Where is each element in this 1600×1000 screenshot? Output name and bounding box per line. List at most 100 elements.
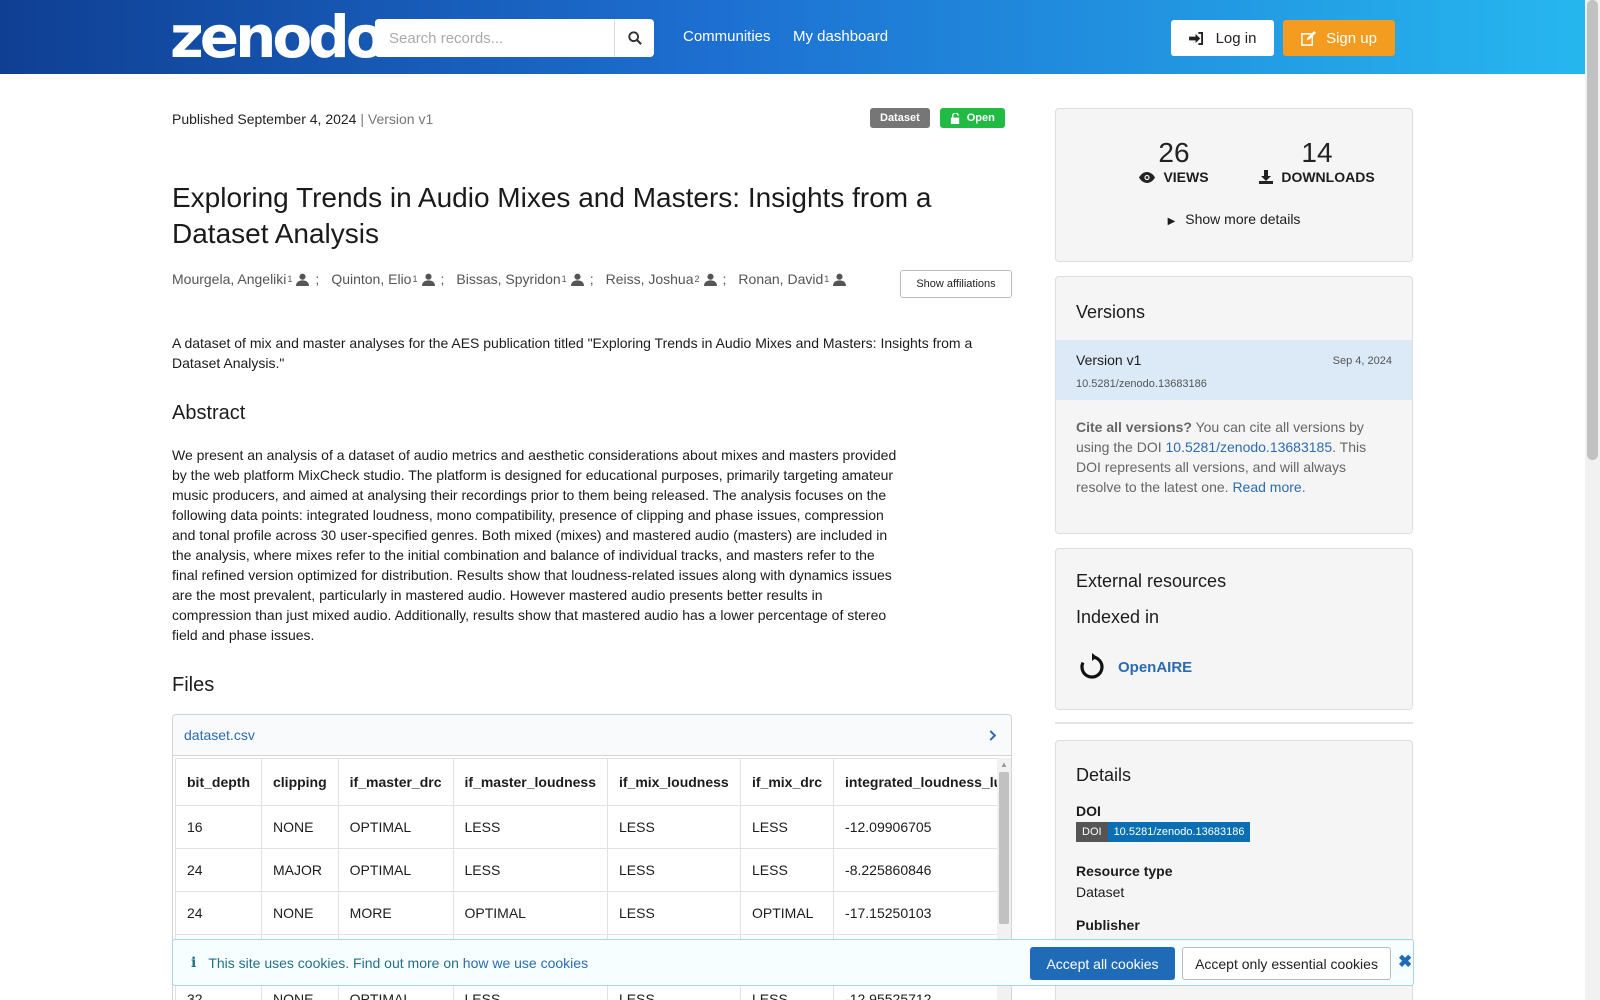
signup-button[interactable]: Sign up — [1283, 20, 1395, 56]
version-item[interactable]: Version v1 10.5281/zenodo.13683186 Sep 4… — [1056, 340, 1412, 400]
external-resources-panel: External resources Indexed in OpenAIRE — [1055, 548, 1413, 710]
table-header-row: bit_depth clipping if_master_drc if_mast… — [175, 758, 997, 806]
table-cell: MORE — [337, 891, 454, 935]
user-icon — [833, 273, 847, 286]
cookie-text: This site uses cookies. Find out more on — [208, 954, 459, 971]
column-header: if_mix_drc — [739, 758, 835, 806]
download-icon — [1259, 170, 1274, 184]
resource-type-value: Dataset — [1076, 884, 1125, 900]
downloads-count: 14 — [1301, 137, 1333, 168]
table-cell: 16 — [175, 805, 262, 849]
publisher-label: Publisher — [1076, 917, 1140, 933]
page-scrollbar[interactable] — [1585, 0, 1600, 1000]
table-cell: 24 — [175, 848, 262, 892]
publication-info: Published September 4, 2024 | Version v1 — [172, 111, 433, 127]
author-item[interactable]: Quinton, Elio 1; — [331, 271, 456, 287]
table-cell: NONE — [261, 805, 339, 849]
author-item[interactable]: Reiss, Joshua 2; — [606, 271, 739, 287]
external-heading: External resources — [1076, 571, 1227, 591]
scroll-up-icon[interactable]: ▲ — [1000, 760, 1008, 769]
table-cell: OPTIMAL — [337, 848, 454, 892]
table-cell: -17.15250103 — [833, 891, 997, 935]
login-label: Log in — [1215, 29, 1257, 47]
user-icon — [296, 273, 310, 286]
downloads-label: DOWNLOADS — [1281, 169, 1375, 185]
column-header: integrated_loudness_lu — [833, 758, 997, 806]
details-heading: Details — [1076, 765, 1132, 785]
user-icon — [570, 273, 584, 286]
author-item[interactable]: Bissas, Spyridon 1; — [456, 271, 605, 287]
accept-all-cookies-button[interactable]: Accept all cookies — [1030, 947, 1175, 980]
access-badge: Open — [939, 108, 1005, 128]
show-more-details[interactable]: ▶ Show more details — [1056, 211, 1412, 227]
abstract-heading: Abstract — [172, 402, 246, 424]
openaire-label: OpenAIRE — [1118, 658, 1193, 676]
doi-label: DOI — [1076, 803, 1101, 819]
cite-all-versions: Cite all versions? You can cite all vers… — [1076, 417, 1394, 497]
table-cell: LESS — [452, 805, 608, 849]
table-cell: -8.225860846 — [833, 848, 997, 892]
user-icon — [703, 273, 717, 286]
versions-panel: Versions Version v1 10.5281/zenodo.13683… — [1055, 276, 1413, 534]
affiliation-number: 1 — [824, 274, 830, 284]
cite-period: . — [1301, 479, 1306, 495]
search-button[interactable] — [614, 19, 654, 57]
file-header[interactable]: dataset.csv — [173, 715, 1011, 756]
abstract-text: We present an analysis of a dataset of a… — [172, 447, 897, 643]
doi-badge-value: 10.5281/zenodo.13683186 — [1107, 822, 1251, 842]
table-cell: NONE — [261, 891, 339, 935]
table-scrollbar-thumb[interactable] — [999, 772, 1009, 924]
nav-my-dashboard[interactable]: My dashboard — [793, 28, 888, 45]
chevron-right-icon[interactable] — [989, 729, 997, 741]
column-header: if_mix_loudness — [607, 758, 741, 806]
views-count: 26 — [1158, 137, 1190, 168]
table-cell: LESS — [607, 891, 741, 935]
access-label: Open — [966, 112, 995, 124]
published-date: Published September 4, 2024 — [172, 111, 357, 127]
cookie-banner: i This site uses cookies. Find out more … — [172, 939, 1414, 986]
affiliation-number: 1 — [412, 274, 418, 284]
table-cell: LESS — [452, 848, 608, 892]
sign-in-icon — [1188, 31, 1203, 45]
column-header: if_master_loudness — [452, 758, 608, 806]
table-cell: LESS — [739, 848, 835, 892]
author-name: Reiss, Joshua — [605, 271, 694, 287]
author-item[interactable]: Ronan, David 1 — [738, 271, 852, 287]
signup-label: Sign up — [1326, 29, 1377, 47]
nav-communities[interactable]: Communities — [683, 28, 771, 45]
search-input[interactable] — [375, 19, 614, 57]
show-affiliations-button[interactable]: Show affiliations — [900, 270, 1012, 298]
concept-doi-link[interactable]: 10.5281/zenodo.13683185 — [1166, 439, 1333, 455]
search-icon — [627, 31, 642, 45]
versions-heading: Versions — [1076, 302, 1146, 322]
site-header: zenodo Communities My dashboard Log in S… — [0, 0, 1585, 74]
openaire-link[interactable]: OpenAIRE — [1078, 653, 1192, 681]
user-icon — [421, 273, 435, 286]
cookie-policy-link[interactable]: how we use cookies — [463, 955, 588, 971]
cite-bold: Cite all versions? — [1076, 419, 1192, 435]
table-row: 16 NONE OPTIMAL LESS LESS LESS -12.09906… — [175, 805, 997, 849]
read-more-link[interactable]: Read more — [1232, 479, 1301, 495]
close-icon[interactable]: ✖ — [1398, 952, 1412, 972]
version-item-date: Sep 4, 2024 — [1332, 355, 1392, 367]
files-heading: Files — [172, 674, 215, 696]
author-name: Mourgela, Angeliki — [172, 271, 287, 287]
affiliation-number: 1 — [287, 274, 293, 284]
zenodo-logo[interactable]: zenodo — [170, 6, 386, 68]
resource-type-badge: Dataset — [870, 108, 930, 128]
file-link[interactable]: dataset.csv — [184, 727, 255, 743]
page-scrollbar-thumb[interactable] — [1587, 0, 1598, 460]
table-row: 24 NONE MORE OPTIMAL LESS OPTIMAL -17.15… — [175, 891, 997, 935]
doi-badge[interactable]: DOI 10.5281/zenodo.13683186 — [1076, 822, 1251, 842]
login-button[interactable]: Log in — [1171, 20, 1274, 56]
author-list: Mourgela, Angeliki 1; Quinton, Elio 1; Bis… — [172, 271, 852, 287]
indexed-in-heading: Indexed in — [1076, 607, 1160, 627]
author-item[interactable]: Mourgela, Angeliki 1; — [172, 271, 331, 287]
table-cell: MAJOR — [261, 848, 339, 892]
show-more-label: Show more details — [1185, 211, 1301, 227]
caret-right-icon: ▶ — [1167, 216, 1176, 227]
downloads-label-row: DOWNLOADS — [1252, 169, 1382, 185]
affiliation-number: 1 — [561, 274, 567, 284]
table-cell: LESS — [739, 805, 835, 849]
accept-essential-cookies-button[interactable]: Accept only essential cookies — [1182, 947, 1391, 980]
